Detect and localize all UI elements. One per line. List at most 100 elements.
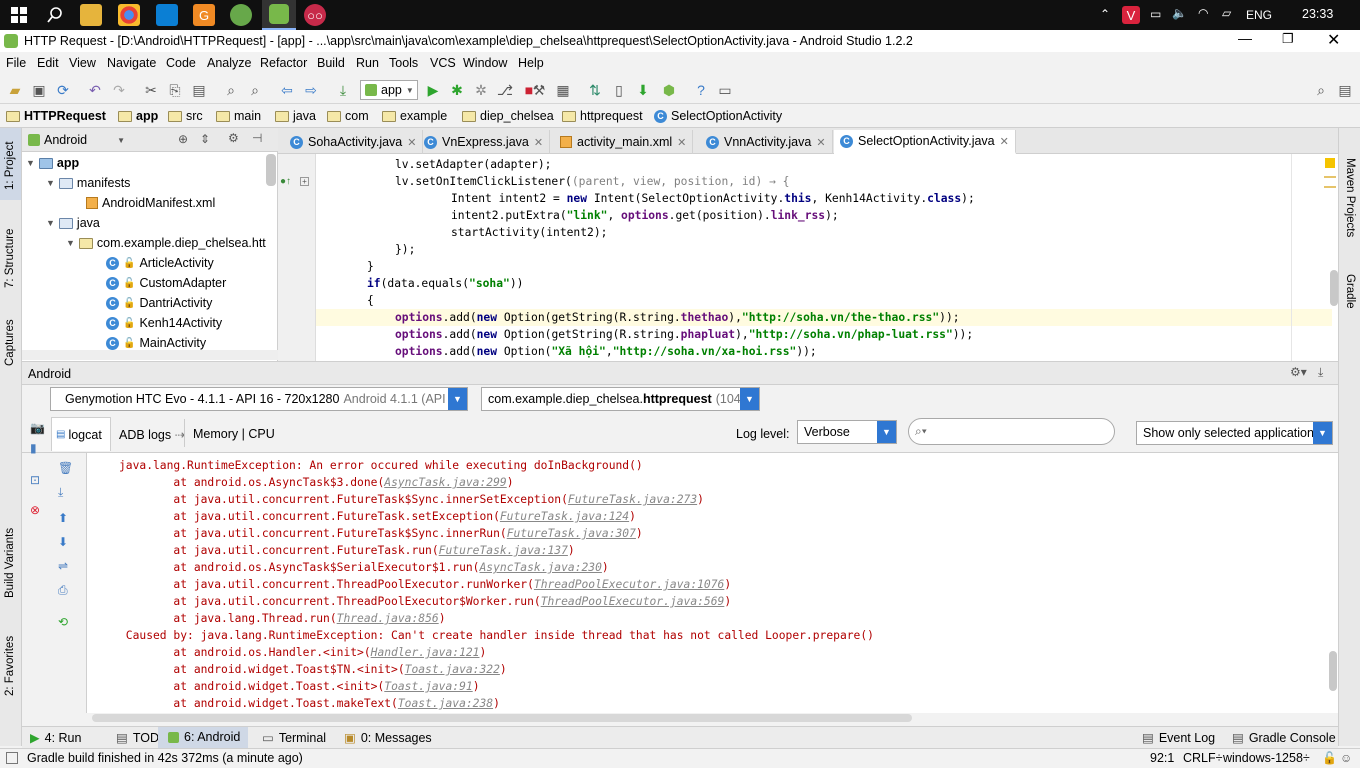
tree-item-manifests[interactable]: ▼ manifests xyxy=(46,176,130,190)
stack-trace-link[interactable]: ThreadPoolExecutor.java:1076 xyxy=(534,578,724,591)
device-select[interactable]: Genymotion HTC Evo - 4.1.1 - API 16 - 72… xyxy=(50,387,468,411)
event-log-icon[interactable]: ▤ xyxy=(1336,81,1354,99)
chevron-up-icon[interactable]: ⌃ xyxy=(1100,7,1110,21)
menu-build[interactable]: Build xyxy=(317,56,345,70)
tab-memory-cpu[interactable]: Memory | CPU xyxy=(193,427,275,441)
wifi-icon[interactable]: ◠ xyxy=(1198,6,1208,20)
clear-log-icon[interactable]: 🗑 xyxy=(58,461,73,475)
stack-trace-link[interactable]: ThreadPoolExecutor.java:569 xyxy=(541,595,725,608)
tree-item-class[interactable]: C 🔓 DantriActivity xyxy=(106,296,212,310)
search-icon[interactable] xyxy=(44,4,66,26)
inspector-icon[interactable]: ☺ xyxy=(1340,751,1352,765)
tree-item-class[interactable]: C 🔓 MainActivity xyxy=(106,336,206,350)
cut-icon[interactable]: ✂ xyxy=(142,81,160,99)
close-tab-icon[interactable]: ✕ xyxy=(677,136,686,149)
stack-trace-link[interactable]: FutureTask.java:124 xyxy=(500,510,629,523)
replace-icon[interactable]: ⌕ xyxy=(246,81,264,99)
run-config-select[interactable]: app ▼ xyxy=(360,80,418,100)
screenshot-icon[interactable]: 📷 xyxy=(30,421,45,435)
editor-scrollbar[interactable] xyxy=(1330,270,1338,306)
print-icon[interactable]: ⎙ xyxy=(58,583,68,598)
menu-window[interactable]: Window xyxy=(463,56,507,70)
line-separator[interactable]: CRLF÷ xyxy=(1183,751,1223,765)
tool-android[interactable]: 6: Android xyxy=(168,730,240,744)
stack-trace-link[interactable]: Toast.java:91 xyxy=(384,680,472,693)
tool-windows-icon[interactable] xyxy=(6,752,18,764)
volume-icon[interactable]: 🔈 xyxy=(1172,6,1187,20)
stack-trace-link[interactable]: FutureTask.java:307 xyxy=(507,527,636,540)
tool-window-captures[interactable]: Captures xyxy=(4,319,16,366)
app-g-icon[interactable]: G xyxy=(193,4,215,26)
warning-marker-icon[interactable] xyxy=(1325,158,1335,168)
tab-vnnactivity[interactable]: C VnnActivity.java ✕ xyxy=(700,130,833,154)
tab-vnexpress[interactable]: C VnExpress.java ✕ xyxy=(418,130,551,154)
breadcrumb-item-selectoptionactivity[interactable]: C SelectOptionActivity xyxy=(654,109,782,123)
redo-icon[interactable]: ↷ xyxy=(110,81,128,99)
menu-navigate[interactable]: Navigate xyxy=(107,56,156,70)
breadcrumb-item-app[interactable]: app xyxy=(118,109,158,123)
menu-code[interactable]: Code xyxy=(166,56,196,70)
attach-debugger-icon[interactable]: ✲ xyxy=(472,81,490,99)
soft-wrap-icon[interactable]: ⇌ xyxy=(58,559,68,573)
tool-window-gradle[interactable]: Gradle xyxy=(1344,274,1356,309)
menu-tools[interactable]: Tools xyxy=(389,56,418,70)
stack-trace-link[interactable]: Toast.java:238 xyxy=(398,697,493,710)
tab-selectoptionactivity[interactable]: C SelectOptionActivity.java ✕ xyxy=(834,130,1016,154)
project-view-select[interactable]: Android ▼ xyxy=(28,133,125,147)
stack-trace-link[interactable]: AsyncTask.java:299 xyxy=(384,476,506,489)
hide-panel-icon[interactable]: ⊣ xyxy=(252,131,262,145)
tree-item-app[interactable]: ▼ app xyxy=(26,156,79,170)
menu-run[interactable]: Run xyxy=(356,56,379,70)
breadcrumb-item-java[interactable]: java xyxy=(275,109,316,123)
tree-item-androidmanifest[interactable]: AndroidManifest.xml xyxy=(86,196,215,210)
android-studio-taskbar-icon[interactable] xyxy=(262,0,296,30)
find-icon[interactable]: ⌕ xyxy=(222,81,240,99)
tab-sohaactivity[interactable]: C SohaActivity.java ✕ xyxy=(284,130,424,154)
menu-vcs[interactable]: VCS xyxy=(430,56,456,70)
tool-window-favorites[interactable]: 2: Favorites xyxy=(4,636,16,696)
camtasia-icon[interactable] xyxy=(230,4,252,26)
make-project-icon[interactable]: ⤓ xyxy=(334,81,352,99)
hide-panel-icon[interactable]: ⤓ xyxy=(1318,365,1323,380)
breadcrumb-item-com[interactable]: com xyxy=(327,109,369,123)
genymotion-icon[interactable]: ○○ xyxy=(304,4,326,26)
breadcrumb-item-project[interactable]: HTTPRequest xyxy=(6,109,106,123)
logcat-search-input[interactable]: ⌕▾ xyxy=(908,418,1115,445)
menu-file[interactable]: File xyxy=(6,56,26,70)
stack-trace-link[interactable]: Toast.java:322 xyxy=(405,663,500,676)
log-level-select[interactable]: Verbose ▼ xyxy=(797,420,897,444)
app-filter-select[interactable]: Show only selected application ▼ xyxy=(1136,421,1333,445)
undo-icon[interactable]: ↶ xyxy=(86,81,104,99)
terminate-icon[interactable]: ⊗ xyxy=(30,503,40,517)
clock[interactable]: 23:33 xyxy=(1302,7,1333,21)
scroll-end-icon[interactable]: ⤓ xyxy=(58,485,63,500)
windows-start-icon[interactable] xyxy=(8,4,30,26)
minimize-button[interactable]: — xyxy=(1238,30,1252,46)
sdk-manager-icon[interactable]: ⬇ xyxy=(634,81,652,99)
language-indicator[interactable]: ENG xyxy=(1246,8,1272,22)
debug-icon[interactable]: ✱ xyxy=(448,81,466,99)
copy-icon[interactable]: ⎘ xyxy=(166,81,184,99)
open-folder-icon[interactable]: ▰ xyxy=(6,81,24,99)
chrome-icon[interactable] xyxy=(118,4,140,26)
help-icon[interactable]: ? xyxy=(692,81,710,99)
record-icon[interactable]: ▮ xyxy=(30,441,37,455)
menu-edit[interactable]: Edit xyxy=(37,56,59,70)
tab-logcat[interactable]: ▤ logcat xyxy=(51,417,111,451)
save-icon[interactable]: ▣ xyxy=(30,81,48,99)
close-window-button[interactable]: ✕ xyxy=(1327,30,1340,50)
menu-refactor[interactable]: Refactor xyxy=(260,56,307,70)
tool-run[interactable]: ▶ 4: Run xyxy=(30,730,81,746)
code-editor[interactable]: ●↑ + lv.setAdapter(adapter); lv.setOnIte… xyxy=(278,154,1338,361)
file-explorer-icon[interactable] xyxy=(80,4,102,26)
android-monitor-icon[interactable]: ⬢ xyxy=(660,81,678,99)
tool-window-build-variants[interactable]: Build Variants xyxy=(4,528,16,598)
gear-icon[interactable]: ⚙ xyxy=(228,131,239,145)
vivaldi-tray-icon[interactable]: V xyxy=(1122,6,1140,24)
terminal-icon[interactable]: ▭ xyxy=(716,81,734,99)
project-structure-icon[interactable]: ⚒ xyxy=(530,81,548,99)
gear-icon[interactable]: ⚙▾ xyxy=(1290,365,1307,379)
lock-icon[interactable]: 🔓 xyxy=(1322,751,1337,765)
stack-trace-link[interactable]: AsyncTask.java:230 xyxy=(479,561,601,574)
notification-icon[interactable]: ▱ xyxy=(1222,6,1231,20)
